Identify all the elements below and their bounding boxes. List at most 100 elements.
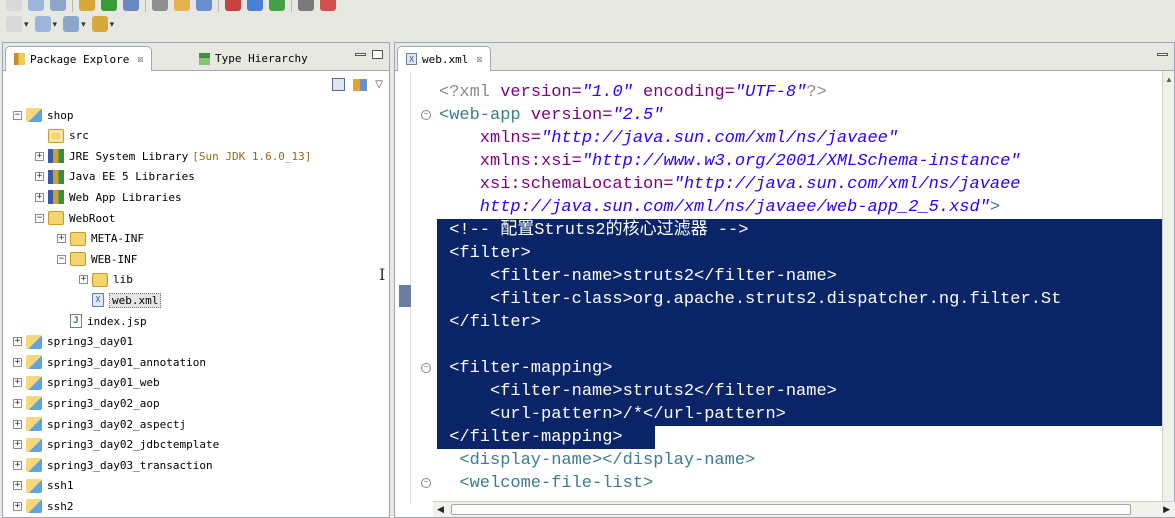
scroll-up-icon[interactable]: ▲ (1165, 75, 1173, 84)
tab-label: web.xml (422, 52, 469, 66)
code-line: <web-app version="2.5" (439, 104, 663, 127)
tree-item[interactable]: + spring3_day01 (13, 332, 133, 352)
expand-icon[interactable]: + (13, 460, 22, 470)
tree-item[interactable]: src (35, 126, 89, 146)
code-line: </filter> (449, 311, 541, 334)
expand-icon[interactable]: + (35, 192, 44, 202)
expand-icon[interactable]: + (13, 337, 22, 347)
dropdown-arrow-icon[interactable]: ▾ (110, 19, 115, 30)
jsp-file-icon: J (70, 314, 82, 328)
tab-type-hierarchy[interactable]: Type Hierarchy (191, 46, 316, 71)
tree-item[interactable]: − WEB-INF (57, 249, 137, 269)
close-icon[interactable]: ☒ (137, 54, 143, 65)
open-type-icon[interactable] (196, 0, 212, 11)
tree-item-label: spring3_day02_aspectj (47, 417, 187, 431)
editor-window-controls (1157, 50, 1168, 56)
tree-item-label: META-INF (91, 232, 144, 246)
expand-icon[interactable]: + (79, 275, 88, 285)
bug-icon[interactable] (225, 0, 241, 11)
folder-icon (92, 272, 108, 287)
tree-item[interactable]: + ssh1 (13, 476, 74, 496)
back-icon[interactable] (63, 16, 80, 32)
dropdown-arrow-icon[interactable]: ▾ (24, 19, 29, 30)
xml-editor-view: X web.xml ☒ <?xml version="1.0" encoding… (394, 42, 1175, 518)
forward-icon[interactable] (91, 16, 108, 32)
search-icon[interactable] (152, 0, 168, 11)
tree-item[interactable]: − WebRoot (35, 208, 115, 228)
check-icon[interactable] (269, 0, 285, 11)
server-manage-icon[interactable] (298, 0, 314, 11)
dropdown-arrow-icon[interactable]: ▾ (53, 19, 58, 30)
tree-item[interactable]: + ssh2 (13, 496, 74, 516)
tree-item[interactable]: + JRE System Library [Sun JDK 1.6.0_13] (35, 146, 311, 166)
tree-item-label: ssh2 (47, 499, 74, 513)
expand-icon[interactable]: + (13, 378, 22, 388)
run-icon[interactable] (101, 0, 117, 11)
server-icon[interactable] (123, 0, 139, 11)
code-token: version= (530, 106, 613, 125)
deploy-icon[interactable] (174, 0, 190, 11)
tree-item[interactable]: + spring3_day02_aspectj (13, 414, 186, 434)
scroll-left-icon[interactable]: ◀ (437, 504, 444, 515)
code-token: <filter-mapping> (449, 359, 613, 378)
collapse-icon[interactable]: − (35, 213, 44, 223)
tree-item[interactable]: + META-INF (57, 229, 144, 249)
tree-item[interactable]: + spring3_day03_transaction (13, 455, 213, 475)
collapse-icon[interactable]: − (13, 110, 22, 120)
tree-item-label: ssh1 (47, 479, 74, 493)
scroll-right-icon[interactable]: ▶ (1163, 504, 1170, 515)
code-token: xmlns= (479, 129, 542, 148)
prev-annotation-icon[interactable] (34, 16, 51, 32)
globe-icon[interactable] (247, 0, 263, 11)
tree-item[interactable]: + lib (79, 270, 133, 290)
code-token: <url-pattern>/*</url-pattern> (490, 405, 786, 424)
maximize-icon[interactable] (372, 50, 383, 59)
close-icon[interactable]: ☒ (476, 54, 482, 65)
debug-icon[interactable] (79, 0, 95, 11)
code-area[interactable]: <?xml version="1.0" encoding="UTF-8"?> − <… (395, 77, 1167, 499)
code-line: </filter-mapping> (449, 426, 622, 449)
expand-icon[interactable]: + (13, 481, 22, 491)
toolbar-separator (145, 0, 146, 12)
vertical-scrollbar[interactable]: ▲ (1162, 71, 1174, 503)
tree-item[interactable]: + Java EE 5 Libraries (35, 167, 195, 187)
expand-icon[interactable]: + (13, 398, 22, 408)
minimize-icon[interactable] (1157, 53, 1168, 56)
expand-icon[interactable]: + (35, 172, 44, 182)
tree-item[interactable]: + spring3_day02_jdbctemplate (13, 435, 219, 455)
link-with-editor-icon[interactable] (353, 78, 368, 91)
tree-item[interactable]: + spring3_day01_web (13, 373, 160, 393)
print-icon[interactable] (50, 0, 66, 11)
fold-toggle-icon[interactable]: − (421, 363, 431, 373)
expand-icon[interactable]: + (13, 440, 22, 450)
view-menu-icon[interactable]: ▽ (375, 79, 383, 90)
tree-item[interactable]: Jindex.jsp (57, 311, 147, 331)
code-token: "http://www.w3.org/2001/XMLSchema-instan… (581, 152, 1021, 171)
library-icon (48, 169, 64, 184)
tree-item[interactable]: + spring3_day01_annotation (13, 352, 206, 372)
save-icon[interactable] (28, 0, 44, 11)
tree-item[interactable]: Xweb.xml (79, 290, 162, 310)
minimize-icon[interactable] (355, 53, 366, 56)
expand-icon[interactable]: + (35, 151, 44, 161)
collapse-all-icon[interactable] (332, 78, 346, 91)
expand-icon[interactable]: + (13, 357, 22, 367)
tab-web-xml[interactable]: X web.xml ☒ (397, 46, 492, 71)
fold-toggle-icon[interactable]: − (421, 478, 431, 488)
tree-item[interactable]: + Web App Libraries (35, 187, 182, 207)
tree-item[interactable]: − shop (13, 105, 74, 125)
dropdown-arrow-icon[interactable]: ▾ (81, 19, 86, 30)
tree-item[interactable]: + spring3_day02_aop (13, 393, 160, 413)
expand-icon[interactable]: + (13, 501, 22, 511)
expand-icon[interactable]: + (13, 419, 22, 429)
new-icon[interactable] (6, 0, 22, 11)
next-annotation-icon[interactable] (6, 16, 22, 32)
scroll-thumb[interactable] (451, 504, 1131, 515)
tab-package-explorer[interactable]: Package Explore ☒ (5, 46, 153, 71)
code-token: <filter-class>org.apache.struts2.dispatc… (490, 290, 1062, 309)
horizontal-scrollbar[interactable]: ◀ ▶ (433, 501, 1175, 517)
plugin-icon[interactable] (320, 0, 336, 11)
fold-toggle-icon[interactable]: − (421, 110, 431, 120)
expand-icon[interactable]: + (57, 234, 66, 244)
collapse-icon[interactable]: − (57, 254, 66, 264)
